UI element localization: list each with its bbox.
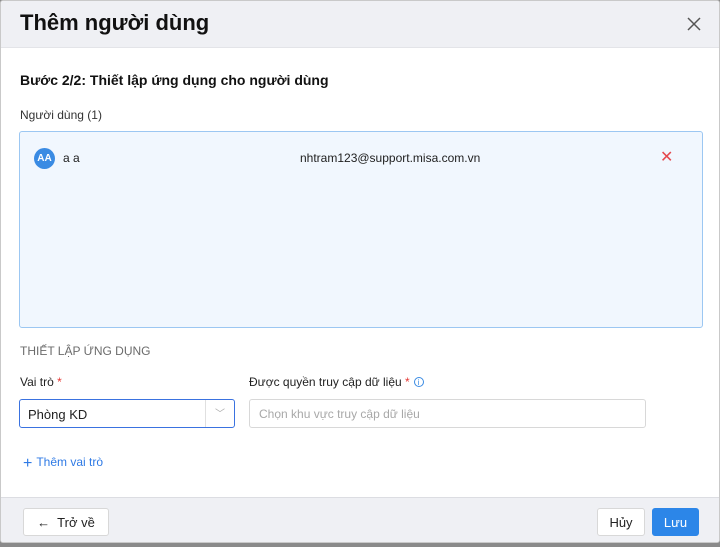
plus-icon: + [23,455,33,472]
info-icon[interactable]: i [413,377,424,387]
access-input-wrapper[interactable] [249,399,646,428]
divider [205,400,206,427]
back-label: Trở về [57,514,95,530]
role-combobox[interactable]: Phòng KD ﹀ [19,399,235,428]
access-label: Được quyền truy cập dữ liệu * i [249,375,424,389]
required-mark: * [405,375,410,389]
access-area-input[interactable] [250,400,645,427]
dialog-title: Thêm người dùng [20,10,210,35]
role-label: Vai trò * [20,375,62,389]
add-role-label: Thêm vai trò [36,455,104,469]
chevron-down-icon[interactable]: ﹀ [215,405,225,420]
required-mark: * [57,375,62,389]
cancel-button[interactable]: Hủy [597,508,645,536]
user-name: a a [63,151,80,165]
save-button[interactable]: Lưu [652,508,699,536]
step-title: Bước 2/2: Thiết lập ứng dụng cho người d… [20,72,329,88]
remove-user-icon[interactable]: ✕ [660,147,673,167]
add-user-dialog: Thêm người dùng Bước 2/2: Thiết lập ứng … [0,0,720,543]
dialog-footer: ← Trở về Hủy Lưu [1,497,719,542]
access-label-text: Được quyền truy cập dữ liệu [249,375,402,389]
list-item: AA a a nhtram123@support.misa.com.vn ✕ [34,147,694,169]
back-button[interactable]: ← Trở về [23,508,109,536]
role-value[interactable]: Phòng KD [28,407,87,422]
user-email: nhtram123@support.misa.com.vn [300,151,481,165]
add-role-button[interactable]: + Thêm vai trò [23,455,103,473]
users-label: Người dùng (1) [20,108,102,122]
close-icon[interactable] [685,15,703,33]
role-label-text: Vai trò [20,375,54,389]
avatar: AA [34,148,55,169]
user-list: AA a a nhtram123@support.misa.com.vn ✕ [19,131,703,328]
dialog-header: Thêm người dùng [1,1,719,48]
section-title: THIẾT LẬP ỨNG DỤNG [20,344,151,358]
arrow-left-icon: ← [37,514,51,530]
